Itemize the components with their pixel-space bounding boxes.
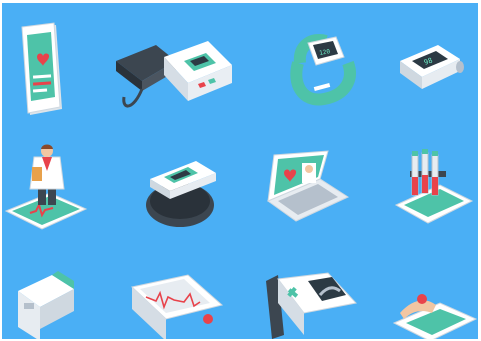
infrared-thermometer-icon [12, 271, 78, 339]
laptop-telemedicine-icon [264, 149, 350, 229]
ecg-monitor-icon [128, 274, 224, 339]
finger-on-glucose-meter-icon [392, 289, 478, 339]
doctor-on-tablet-icon [4, 143, 88, 233]
blood-test-tubes-analyzer-icon [394, 149, 474, 229]
fitness-tracker-band-icon: 120 [288, 33, 358, 106]
wrist-blood-pressure-monitor-icon [140, 155, 220, 231]
medical-devices-illustration: 120 98 [2, 3, 478, 339]
blood-pressure-monitor-icon [112, 39, 234, 117]
ultrasound-scanner-icon [264, 272, 358, 339]
smartphone-health-app-icon [18, 22, 64, 117]
pulse-oximeter-icon: 98 [394, 41, 466, 93]
